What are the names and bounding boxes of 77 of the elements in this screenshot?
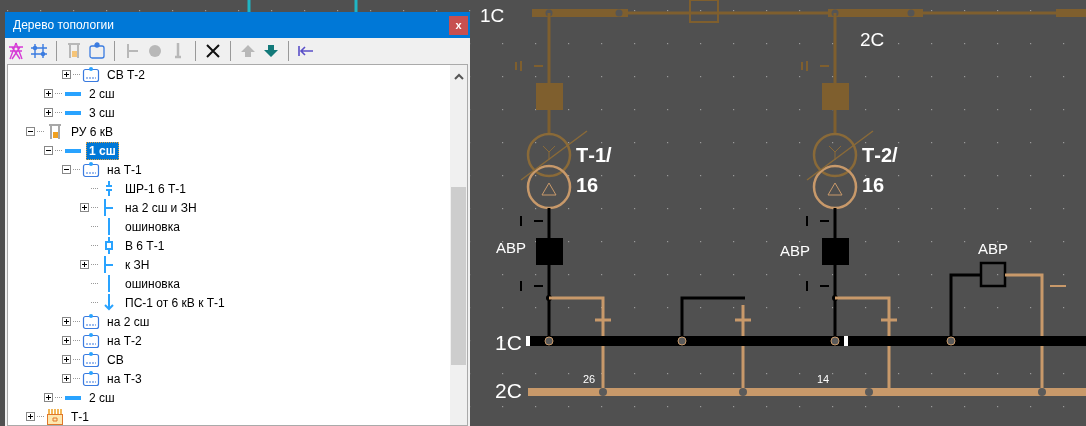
expander-icon[interactable] <box>62 165 71 174</box>
expander-icon[interactable] <box>62 336 71 345</box>
tree-item[interactable]: В 6 Т-1 <box>122 236 168 255</box>
transformer-rating: 16 <box>862 174 885 196</box>
bus-label: 1С <box>495 331 522 354</box>
scroll-up-icon[interactable] <box>453 73 464 81</box>
grid-icon[interactable] <box>30 42 48 60</box>
bus-label: 2С <box>860 29 885 50</box>
expander-icon[interactable] <box>62 317 71 326</box>
expander-icon[interactable] <box>62 355 71 364</box>
cell-icon <box>82 370 100 387</box>
bus-label: 1С <box>480 5 505 26</box>
expander-icon[interactable] <box>80 203 89 212</box>
tree-item[interactable]: на 2 сш <box>104 312 153 331</box>
tree-item[interactable]: 2 сш <box>86 388 118 407</box>
expander-icon[interactable] <box>44 108 53 117</box>
tree-item[interactable]: на Т-1 <box>104 160 145 179</box>
tree-item[interactable]: СВ Т-2 <box>104 65 148 84</box>
tree-item[interactable]: к ЗН <box>122 255 153 274</box>
tree-item[interactable]: 3 сш <box>86 103 118 122</box>
tree-item[interactable]: ошиновка <box>122 274 183 293</box>
connector-line <box>354 0 358 12</box>
expander-icon[interactable] <box>62 70 71 79</box>
avr-label: АВР <box>496 239 526 256</box>
transformer-name: Т-1/ <box>576 144 612 166</box>
tree-item[interactable]: ПС-1 от 6 кВ к Т-1 <box>122 293 228 312</box>
down-icon[interactable] <box>262 42 280 60</box>
count-label: 26 <box>583 373 596 385</box>
breaker-icon <box>105 237 113 254</box>
avr-label: АВР <box>978 240 1008 257</box>
tree-item[interactable]: на Т-2 <box>104 331 145 350</box>
cell-icon <box>82 332 100 349</box>
expander-icon[interactable] <box>62 374 71 383</box>
connector-line <box>247 0 251 12</box>
transformer-icon <box>46 408 64 425</box>
expander-icon[interactable] <box>44 393 53 402</box>
transformer-name: Т-2/ <box>862 144 898 166</box>
tree-item[interactable]: 2 сш <box>86 84 118 103</box>
tree-item[interactable]: Т-1 <box>68 407 92 425</box>
scrollbar[interactable] <box>450 65 467 425</box>
avr-label: АВР <box>780 242 810 259</box>
line-icon <box>108 275 110 292</box>
cell-icon <box>82 66 100 83</box>
expander-icon[interactable] <box>44 146 53 155</box>
cell-icon <box>82 351 100 368</box>
busbar-icon <box>65 395 81 400</box>
busbar-icon <box>65 148 81 153</box>
tree-item[interactable]: на Т-3 <box>104 369 145 388</box>
count-label: 14 <box>817 373 830 385</box>
tree-item[interactable]: СВ <box>104 350 127 369</box>
tree-item[interactable]: ошиновка <box>122 217 183 236</box>
tree-item[interactable]: 1 сш <box>86 141 119 160</box>
tower-icon[interactable] <box>7 42 25 60</box>
expander-icon[interactable] <box>26 412 35 421</box>
tree-item[interactable]: на 2 сш и ЗН <box>122 198 200 217</box>
cell-icon <box>82 313 100 330</box>
busbar-icon <box>65 110 81 115</box>
close-button[interactable]: x <box>449 15 468 35</box>
transformer-rating: 16 <box>576 174 599 196</box>
cell-icon <box>82 161 100 178</box>
expander-icon[interactable] <box>26 127 35 136</box>
scrollbar-thumb[interactable] <box>451 187 466 365</box>
branch-icon <box>104 256 114 273</box>
tree-item[interactable]: РУ 6 кВ <box>68 122 116 141</box>
window-title: Дерево топологии <box>13 18 114 32</box>
disconnector-icon <box>105 180 113 197</box>
expander-icon[interactable] <box>80 260 89 269</box>
delete-icon[interactable] <box>204 42 222 60</box>
arrow-icon <box>104 294 114 311</box>
switchgear-icon <box>46 123 64 140</box>
bus-label: 2С <box>495 379 522 402</box>
tree-item[interactable]: ШР-1 6 Т-1 <box>122 179 189 198</box>
expander-icon[interactable] <box>44 89 53 98</box>
branch-icon <box>104 199 114 216</box>
busbar-icon <box>65 91 81 96</box>
line-icon <box>108 218 110 235</box>
cell-icon[interactable] <box>88 42 106 60</box>
